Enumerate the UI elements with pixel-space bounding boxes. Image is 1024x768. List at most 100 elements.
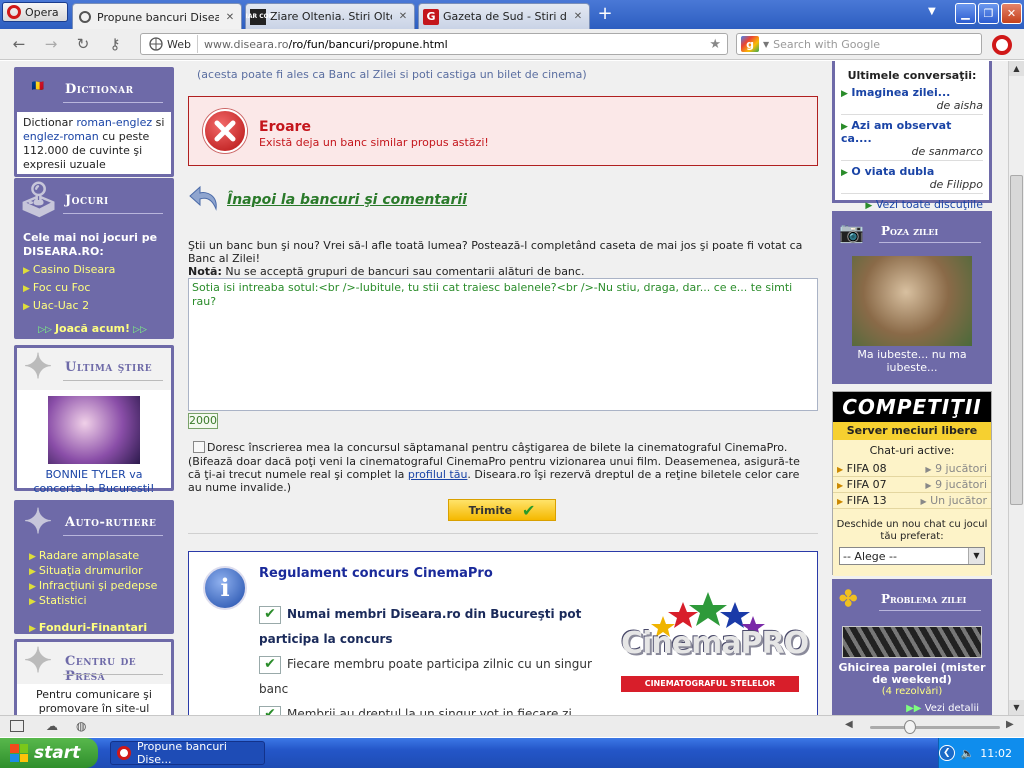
checkbox-label[interactable]: Doresc înscrierea mea la concursul săpta…	[207, 441, 817, 454]
tab-ziare-oltenia[interactable]: ZIAR COM Ziare Oltenia. Stiri Olteni... …	[245, 3, 415, 29]
vezi-detalii-label[interactable]: Vezi detalii	[925, 703, 979, 714]
opera-menu-button[interactable]: Opera	[2, 2, 68, 22]
auto-item[interactable]: ▶ Statistici	[29, 594, 165, 609]
back-arrow-icon[interactable]: ←	[8, 34, 30, 54]
monkey-photo[interactable]	[852, 256, 972, 346]
scroll-down-icon[interactable]: ▼	[1009, 700, 1024, 715]
scroll-up-icon[interactable]: ▲	[1009, 61, 1024, 76]
search-box[interactable]: g ▼ Search with Google	[736, 33, 982, 55]
chat-name[interactable]: FIFA 08	[847, 462, 887, 475]
zoom-out-icon[interactable]: ◀	[845, 719, 853, 730]
news-photo[interactable]	[48, 396, 140, 464]
rules-title: Regulament concurs CinemaPro	[259, 566, 493, 581]
profil-link[interactable]: profilul tău	[408, 468, 468, 481]
reload-icon[interactable]: ↻	[72, 34, 94, 54]
competitii-box: COMPETIŢII Server meciuri libere Chat-ur…	[832, 391, 992, 576]
conversatie-link[interactable]: O viata dubla	[851, 165, 934, 178]
arrow-icon: ▶	[841, 168, 848, 178]
restore-button[interactable]: ❐	[978, 3, 999, 24]
jocuri-item-label[interactable]: Foc cu Foc	[33, 281, 90, 294]
volume-icon[interactable]: 🔈	[961, 747, 975, 760]
key-icon[interactable]: ⚷	[104, 34, 126, 54]
start-button[interactable]: start	[0, 738, 98, 768]
jocuri-item[interactable]: ▶ Uac-Uac 2	[23, 299, 165, 314]
zoom-slider[interactable]	[870, 726, 1000, 729]
password-puzzle-image[interactable]	[842, 626, 982, 658]
conversatie-link[interactable]: Imaginea zilei...	[851, 86, 950, 99]
jocuri-item-label[interactable]: Casino Diseara	[33, 263, 115, 276]
taskbar-item-opera[interactable]: Propune bancuri Dise...	[110, 740, 265, 766]
panel-toggle-icon[interactable]	[10, 720, 24, 732]
bookmark-star-icon[interactable]: ★	[709, 37, 721, 52]
cinemapro-checkbox[interactable]	[193, 441, 205, 453]
new-tab-button[interactable]: +	[594, 4, 616, 24]
conversatie-link[interactable]: Azi am observat ca....	[841, 119, 951, 145]
poza-zilei-header: 📷 Poza zilei	[835, 214, 989, 250]
auto-item[interactable]: ▶ Radare amplasate	[29, 549, 165, 564]
auto-item[interactable]: ▶ Infracţiuni şi pedepse	[29, 579, 165, 594]
web-badge[interactable]: Web	[143, 35, 198, 53]
chevron-down-icon[interactable]: ▼	[968, 548, 984, 564]
cinemapro-wordmark: CinemaPRO	[621, 626, 809, 661]
ultima-stire-link[interactable]: BONNIE TYLER va concerta la Bucuresti!	[33, 468, 154, 495]
search-engine-chevron-icon[interactable]: ▼	[763, 40, 769, 49]
minimize-button[interactable]: ▁	[955, 3, 976, 24]
roman-englez-link[interactable]: roman-englez	[76, 116, 152, 129]
zoom-in-icon[interactable]: ▶	[1006, 719, 1014, 730]
auto-item[interactable]: ▶ Situaţia drumurilor	[29, 564, 165, 579]
auto-item-label[interactable]: Radare amplasate	[39, 549, 139, 562]
url-text[interactable]: www.diseara.ro/ro/fun/bancuri/propune.ht…	[198, 38, 448, 51]
google-icon[interactable]: g	[741, 36, 759, 52]
cinemapro-logo[interactable]: CinemaPRO CINEMATOGRAFUL STELELOR	[613, 588, 809, 700]
chat-row[interactable]: ▶ FIFA 13 ▶ Un jucător	[833, 493, 991, 509]
close-tab-icon[interactable]: ✕	[396, 10, 410, 24]
turbo-icon[interactable]: ◍	[76, 719, 86, 733]
close-window-button[interactable]: ✕	[1001, 3, 1022, 24]
auto-item-label[interactable]: Situaţia drumurilor	[39, 564, 143, 577]
close-tab-icon[interactable]: ✕	[571, 10, 585, 24]
chat-name[interactable]: FIFA 07	[847, 478, 887, 491]
jocuri-item-label[interactable]: Uac-Uac 2	[33, 299, 89, 312]
joaca-acum-link[interactable]: ▷▷ Joacă acum! ▷▷	[23, 322, 165, 337]
game-select[interactable]: -- Alege -- ▼	[839, 547, 985, 565]
vezi-discutii-link[interactable]: ▶ Vezi toate discuţiile	[841, 198, 983, 211]
fonduri-finantari-label[interactable]: Fonduri-Finantari	[39, 621, 147, 634]
tab-list-chevron-icon[interactable]: ▼	[928, 6, 936, 17]
opera-button-icon[interactable]	[992, 35, 1012, 55]
back-arrow-icon[interactable]	[188, 183, 222, 213]
vezi-discutii-label[interactable]: Vezi toate discuţiile	[876, 198, 983, 211]
joaca-acum-label[interactable]: Joacă acum!	[55, 322, 130, 335]
poza-zilei-title: Poza zilei	[881, 224, 939, 238]
vertical-scrollbar[interactable]: ▲ ▼	[1008, 61, 1024, 715]
close-tab-icon[interactable]: ✕	[223, 10, 237, 24]
checked-box-icon: ✔	[259, 655, 281, 674]
chat-row[interactable]: ▶ FIFA 08 ▶ 9 jucători	[833, 461, 991, 477]
chat-row[interactable]: ▶ FIFA 07 ▶ 9 jucători	[833, 477, 991, 493]
problema-caption[interactable]: Ghicirea parolei (mister de weekend)	[835, 662, 989, 686]
auto-item-label[interactable]: Infracţiuni şi pedepse	[39, 579, 158, 592]
conversatie-item[interactable]: ▶ Azi am observat ca.... de sanmarco	[841, 119, 983, 161]
conversatie-item[interactable]: ▶ O viata dubla de Filippo	[841, 165, 983, 194]
scroll-thumb[interactable]	[1010, 175, 1023, 505]
zoom-slider-handle[interactable]	[904, 720, 916, 734]
submit-button[interactable]: Trimite ✔	[448, 499, 556, 521]
auto-item-label[interactable]: Statistici	[39, 594, 87, 607]
tab-propune-bancuri[interactable]: Propune bancuri Diseara.... ✕	[72, 3, 242, 30]
double-arrow-icon: ▷▷	[38, 325, 52, 335]
joke-textarea[interactable]: Sotia isi intreaba sotul:<br />-Iubitule…	[188, 278, 818, 411]
back-to-jokes-link[interactable]: Înapoi la bancuri şi comentarii	[227, 192, 467, 208]
chat-name[interactable]: FIFA 13	[847, 494, 887, 507]
tab-gazeta-de-sud[interactable]: G Gazeta de Sud - Stiri din ... ✕	[418, 3, 590, 29]
englez-roman-link[interactable]: englez-roman	[23, 130, 99, 143]
jocuri-item[interactable]: ▶ Foc cu Foc	[23, 281, 165, 296]
forward-arrow-icon[interactable]: →	[40, 34, 62, 54]
address-bar[interactable]: Web www.diseara.ro/ro/fun/bancuri/propun…	[140, 33, 728, 55]
jocuri-item[interactable]: ▶ Casino Diseara	[23, 263, 165, 278]
jocuri-header: 🕹 Jocuri	[17, 181, 171, 223]
speed-dial-icon[interactable]: ☁	[46, 719, 58, 733]
tray-collapse-icon[interactable]: ❮	[939, 745, 955, 761]
auto-rutiere-header: ✦ Auto-rutiere	[17, 503, 171, 545]
fonduri-finantari-link[interactable]: ▶ Fonduri-Finantari	[29, 621, 165, 636]
conversatie-item[interactable]: ▶ Imaginea zilei... de aisha	[841, 86, 983, 115]
vezi-detalii-link[interactable]: ▶▶ Vezi detalii	[835, 703, 989, 714]
